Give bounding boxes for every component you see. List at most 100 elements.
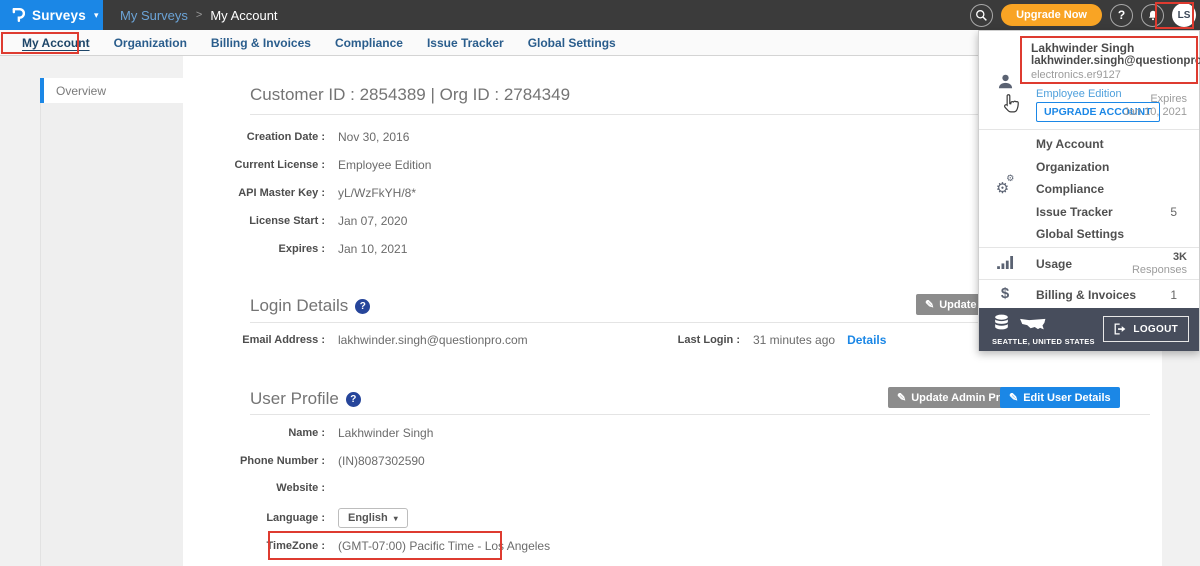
field-label: TimeZone :: [215, 540, 325, 552]
top-header: Surveys ▾ My Surveys > My Account Upgrad…: [0, 0, 1200, 30]
menu-item-usage[interactable]: Usage: [1036, 257, 1072, 271]
account-location: SEATTLE, UNITED STATES: [992, 337, 1095, 346]
edit-icon: ✎: [925, 298, 934, 311]
field-value: Employee Edition: [338, 158, 431, 172]
logout-label: LOGOUT: [1133, 324, 1178, 335]
sidebar-panel: [40, 103, 183, 566]
language-select[interactable]: English ▾: [338, 508, 408, 528]
logout-icon: [1114, 323, 1127, 335]
section-divider: [250, 414, 1150, 415]
field-value: (GMT-07:00) Pacific Time - Los Angeles: [338, 539, 550, 553]
tab-my-account[interactable]: My Account: [10, 36, 102, 50]
help-icon[interactable]: ?: [346, 392, 361, 407]
user-profile-text: User Profile: [250, 389, 339, 409]
language-value: English: [348, 512, 388, 524]
menu-item-compliance[interactable]: Compliance: [1036, 182, 1104, 196]
tab-billing-invoices[interactable]: Billing & Invoices: [199, 36, 323, 50]
search-button[interactable]: [970, 4, 993, 27]
product-switcher[interactable]: Surveys ▾: [0, 0, 103, 30]
field-value: Lakhwinder Singh: [338, 426, 433, 440]
issue-tracker-count: 5: [1170, 205, 1177, 219]
field-label: Email Address :: [215, 334, 325, 346]
dropdown-user-email: lakhwinder.singh@questionpro.com: [1031, 55, 1200, 67]
edition-link[interactable]: Employee Edition: [1036, 88, 1122, 100]
questionpro-logo-icon: [12, 6, 25, 24]
server-icon: [993, 314, 1010, 333]
field-label: Current License :: [215, 159, 325, 171]
app-root: Surveys ▾ My Surveys > My Account Upgrad…: [0, 0, 1200, 566]
field-label: Last Login :: [660, 334, 740, 346]
menu-item-billing-invoices[interactable]: Billing & Invoices: [1036, 288, 1136, 302]
field-row-api-master-key: API Master Key : yL/WzFkYH/8*: [215, 186, 416, 200]
edit-icon: ✎: [1009, 391, 1018, 404]
panel-divider: [979, 129, 1199, 130]
field-row-creation-date: Creation Date : Nov 30, 2016: [215, 130, 409, 144]
notifications-button[interactable]: [1141, 4, 1164, 27]
usage-unit: Responses: [1132, 264, 1187, 276]
login-details-title: Login Details ?: [250, 296, 370, 316]
field-row-email-address: Email Address : lakhwinder.singh@questio…: [215, 333, 528, 347]
field-value: yL/WzFkYH/8*: [338, 186, 416, 200]
usage-value: 3K: [1173, 251, 1187, 263]
expires-label: Expires: [1150, 93, 1187, 105]
panel-footer: SEATTLE, UNITED STATES LOGOUT: [979, 308, 1199, 351]
tab-organization[interactable]: Organization: [102, 36, 199, 50]
breadcrumb-separator: >: [196, 9, 202, 21]
upgrade-now-button[interactable]: Upgrade Now: [1001, 4, 1102, 26]
menu-item-organization[interactable]: Organization: [1036, 160, 1109, 174]
field-value: Nov 30, 2016: [338, 130, 409, 144]
field-label: Language :: [215, 512, 325, 524]
field-label: Name :: [215, 427, 325, 439]
billing-count: 1: [1170, 288, 1177, 302]
field-label: Creation Date :: [215, 131, 325, 143]
search-icon: [975, 9, 988, 22]
edit-user-details-button[interactable]: ✎ Edit User Details: [1000, 387, 1120, 408]
field-row-license-start: License Start : Jan 07, 2020: [215, 214, 407, 228]
field-label: Website :: [215, 482, 325, 494]
panel-divider: [979, 247, 1199, 248]
tab-global-settings[interactable]: Global Settings: [516, 36, 628, 50]
field-row-name: Name : Lakhwinder Singh: [215, 426, 433, 440]
logout-button[interactable]: LOGOUT: [1103, 316, 1189, 342]
dollar-icon: $: [993, 285, 1017, 302]
usa-map-icon: [1019, 316, 1047, 332]
person-icon: [993, 73, 1017, 90]
help-button[interactable]: ?: [1110, 4, 1133, 27]
user-dropdown-panel: Lakhwinder Singh lakhwinder.singh@questi…: [978, 30, 1200, 351]
field-row-current-license: Current License : Employee Edition: [215, 158, 431, 172]
expires-date: Jan 10, 2021: [1123, 106, 1187, 118]
user-avatar[interactable]: LS: [1172, 3, 1196, 27]
field-label: Expires :: [215, 243, 325, 255]
menu-item-issue-tracker[interactable]: Issue Tracker: [1036, 205, 1113, 219]
breadcrumb: My Surveys > My Account: [120, 0, 278, 30]
help-icon[interactable]: ?: [355, 299, 370, 314]
update-email-button[interactable]: ✎ Update Em: [916, 294, 986, 315]
bell-icon: [1147, 9, 1159, 22]
field-label: API Master Key :: [215, 187, 325, 199]
field-value: (IN)8087302590: [338, 454, 425, 468]
chevron-down-icon: ▾: [394, 514, 398, 523]
tab-compliance[interactable]: Compliance: [323, 36, 415, 50]
field-row-expires: Expires : Jan 10, 2021: [215, 242, 407, 256]
avatar-initials: LS: [1178, 10, 1191, 21]
field-row-website: Website :: [215, 482, 338, 494]
menu-item-my-account[interactable]: My Account: [1036, 137, 1104, 151]
dropdown-username: electronics.er9127: [1031, 69, 1121, 81]
login-details-text: Login Details: [250, 296, 348, 316]
sidebar-item-label: Overview: [56, 84, 106, 98]
sidebar-item-overview[interactable]: Overview: [40, 78, 183, 103]
dropdown-user-name: Lakhwinder Singh: [1031, 41, 1134, 55]
breadcrumb-parent-link[interactable]: My Surveys: [120, 8, 188, 23]
breadcrumb-current: My Account: [210, 8, 277, 23]
question-icon: ?: [1118, 8, 1125, 22]
menu-item-global-settings[interactable]: Global Settings: [1036, 227, 1124, 241]
user-profile-title: User Profile ?: [250, 389, 361, 409]
field-row-last-login: Last Login : 31 minutes ago Details: [660, 333, 886, 347]
field-row-timezone: TimeZone : (GMT-07:00) Pacific Time - Lo…: [215, 539, 550, 553]
usage-responses: 3K Responses: [1132, 251, 1187, 277]
field-label: License Start :: [215, 215, 325, 227]
product-name: Surveys: [32, 8, 86, 23]
last-login-details-link[interactable]: Details: [847, 333, 886, 347]
tab-issue-tracker[interactable]: Issue Tracker: [415, 36, 516, 50]
field-value: Jan 10, 2021: [338, 242, 407, 256]
